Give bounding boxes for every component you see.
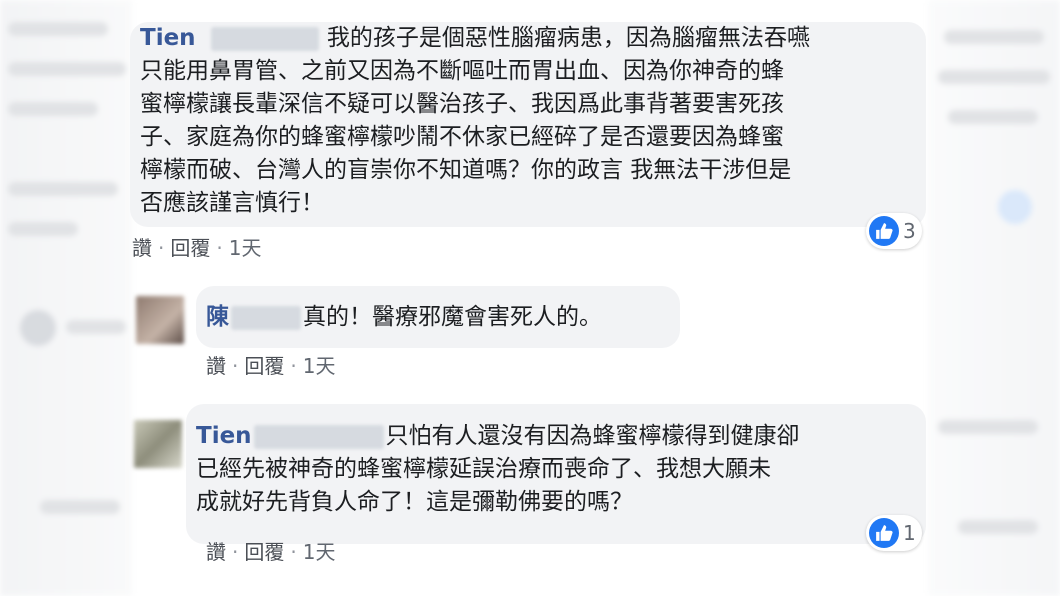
comment-line: 只怕有人還沒有因為蜂蜜檸檬得到健康卻 — [385, 423, 800, 449]
comment-actions: 讚 · 回覆 · 1天 — [206, 354, 336, 378]
like-link[interactable]: 讚 — [132, 236, 152, 260]
comment-author[interactable]: Tien — [196, 423, 252, 449]
comment-actions: 讚 · 回覆 · 1天 — [206, 540, 336, 564]
blurred-right-panel — [928, 0, 1060, 596]
avatar[interactable] — [136, 296, 184, 344]
comment-line: 我的孩子是個惡性腦瘤病患，因為腦瘤無法吞嚥 — [326, 25, 810, 51]
comment-author[interactable]: 陳 — [206, 304, 229, 330]
timestamp[interactable]: 1天 — [229, 236, 262, 260]
blurred-left-panel — [0, 0, 132, 596]
reaction-number: 1 — [903, 521, 916, 545]
redacted-name — [210, 26, 319, 51]
timestamp[interactable]: 1天 — [303, 540, 336, 564]
comment-actions: 讚 · 回覆 · 1天 — [132, 236, 262, 260]
comment-line: 只能用鼻胃管、之前又因為不斷嘔吐而胃出血、因為你神奇的蜂 — [140, 58, 784, 84]
reply-link[interactable]: 回覆 — [244, 354, 284, 378]
reply-link[interactable]: 回覆 — [170, 236, 210, 260]
redacted-name — [253, 424, 384, 449]
comment-line: 真的！醫療邪魔會害死人的。 — [303, 304, 602, 330]
comment-line: 子、家庭為你的蜂蜜檸檬吵鬧不休家已經碎了是否還要因為蜂蜜 — [140, 124, 784, 150]
comment-bubble: 陳 真的！醫療邪魔會害死人的。 — [196, 286, 680, 348]
reaction-number: 3 — [903, 219, 916, 243]
redacted-name — [231, 305, 301, 330]
comment-line: 檸檬而破、台灣人的盲崇你不知道嗎？你的政言 我無法干涉但是 — [140, 157, 792, 183]
reaction-count[interactable]: 1 — [866, 515, 922, 551]
timestamp[interactable]: 1天 — [303, 354, 336, 378]
comment-line: 否應該謹言慎行！ — [140, 190, 324, 216]
comment-line: 已經先被神奇的蜂蜜檸檬延誤治療而喪命了、我想大願未 — [196, 456, 771, 482]
like-link[interactable]: 讚 — [206, 354, 226, 378]
avatar[interactable] — [134, 420, 182, 468]
comment-line: 成就好先背負人命了！這是彌勒佛要的嗎？ — [196, 489, 633, 515]
comment-author[interactable]: Tien — [140, 25, 196, 51]
like-icon — [869, 216, 899, 246]
like-link[interactable]: 讚 — [206, 540, 226, 564]
like-icon — [869, 518, 899, 548]
reaction-count[interactable]: 3 — [866, 213, 922, 249]
comment-line: 蜜檸檬讓長輩深信不疑可以醫治孩子、我因爲此事背著要害死孩 — [140, 91, 784, 117]
comment-bubble: Tien 只怕有人還沒有因為蜂蜜檸檬得到健康卻 已經先被神奇的蜂蜜檸檬延誤治療而喪… — [186, 404, 926, 544]
reply-link[interactable]: 回覆 — [244, 540, 284, 564]
comment-bubble: Tien 我的孩子是個惡性腦瘤病患，因為腦瘤無法吞嚥 只能用鼻胃管、之前又因為不… — [130, 22, 926, 227]
